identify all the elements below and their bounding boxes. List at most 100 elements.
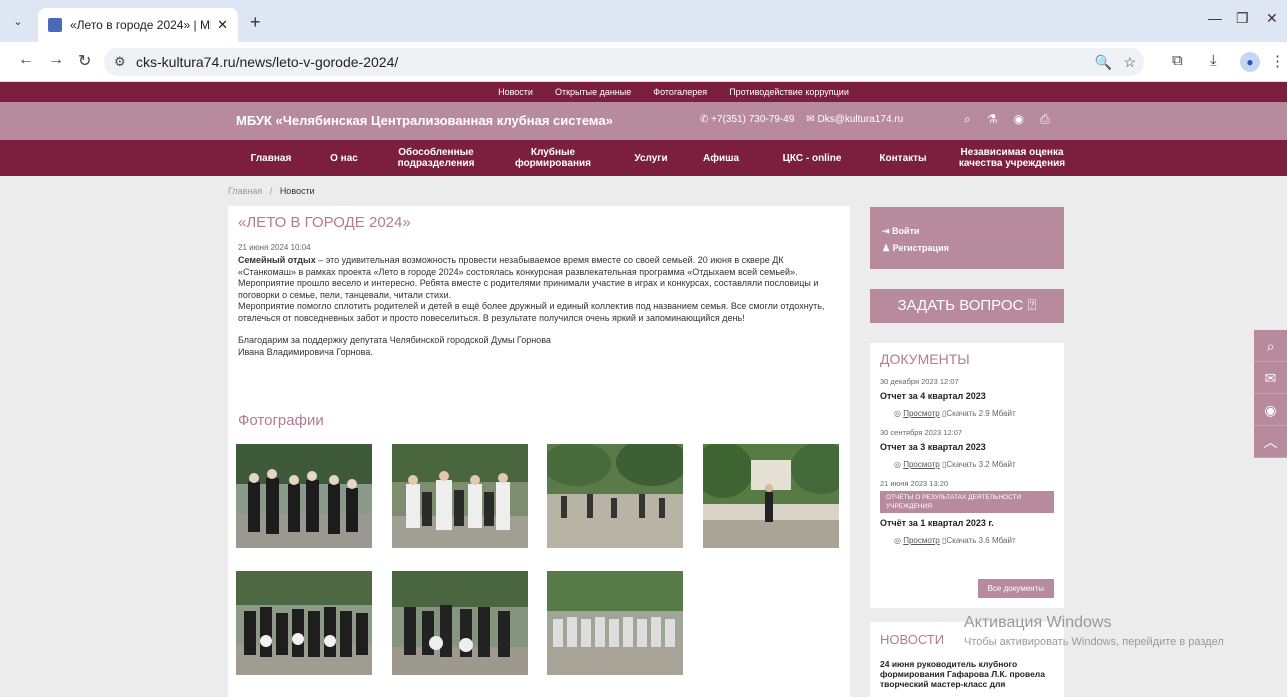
photo-thumbnail[interactable]: [392, 444, 528, 548]
download-link[interactable]: Скачать 3.6 Мбайт: [946, 536, 1015, 545]
new-tab-icon[interactable]: +: [250, 12, 261, 33]
org-name[interactable]: МБУК «Челябинская Централизованная клубн…: [236, 113, 613, 128]
breadcrumb: Главная / Новости: [228, 186, 315, 196]
document-name[interactable]: Отчёт за 1 квартал 2023 г.: [880, 518, 1054, 528]
documents-title: ДОКУМЕНТЫ: [880, 351, 970, 367]
article-paragraph-4: Ивана Владимировича Горнова.: [238, 346, 373, 357]
site-header: МБУК «Челябинская Централизованная клубн…: [0, 102, 1287, 140]
nav-about[interactable]: О нас: [318, 140, 370, 176]
float-mail-icon[interactable]: ✉: [1254, 362, 1287, 394]
email-text: Dks@kultura174.ru: [817, 114, 904, 125]
download-icon[interactable]: ⤓: [1210, 52, 1217, 69]
ask-question-button[interactable]: ЗАДАТЬ ВОПРОС ⍰: [870, 289, 1064, 323]
site-info-icon[interactable]: ⚙: [114, 48, 126, 76]
register-label: Регистрация: [892, 243, 949, 253]
email-link[interactable]: ✉ Dks@kultura174.ru: [806, 114, 903, 125]
all-documents-button[interactable]: Все документы: [977, 579, 1054, 598]
news-item[interactable]: 24 июня руководитель клубного формирован…: [880, 659, 1054, 689]
url-text: cks-kultura74.ru/news/leto-v-gorode-2024…: [136, 54, 399, 70]
document-item: 21 июня 2023 13:20 ОТЧЁТЫ О РЕЗУЛЬТАТАХ …: [880, 479, 1054, 545]
top-link-gallery[interactable]: Фотогалерея: [653, 82, 707, 102]
scroll-up-icon[interactable]: ︿: [1254, 426, 1287, 458]
accessibility-eye-icon[interactable]: ◉: [1014, 112, 1024, 127]
article-paragraph-3: Благодарим за поддержку депутата Челябин…: [238, 335, 551, 345]
float-search-icon[interactable]: ⌕: [1254, 330, 1287, 362]
view-link[interactable]: Просмотр: [903, 536, 940, 545]
phone-icon: ✆: [700, 114, 712, 125]
reload-icon[interactable]: ↻: [78, 51, 91, 71]
article: «ЛЕТО В ГОРОДЕ 2024» 21 июня 2024 10:04 …: [228, 206, 850, 697]
breadcrumb-separator: /: [269, 186, 273, 196]
tab-search-chevron-icon[interactable]: ⌄: [8, 12, 28, 32]
document-name[interactable]: Отчет за 4 квартал 2023: [880, 391, 1054, 401]
zoom-icon[interactable]: 🔍: [1095, 48, 1112, 76]
close-tab-icon[interactable]: ✕: [217, 17, 228, 33]
minimize-icon[interactable]: —: [1208, 10, 1222, 26]
login-link[interactable]: ⇥ Войти: [882, 223, 1052, 240]
print-icon[interactable]: ⎙: [1040, 112, 1050, 127]
nav-online[interactable]: ЦКС - online: [770, 140, 854, 176]
menu-kebab-icon[interactable]: ⋮: [1270, 52, 1285, 70]
article-paragraph-1: Семейный отдых – это удивительная возмож…: [238, 255, 840, 301]
search-icon[interactable]: ⌕: [964, 112, 971, 127]
documents-widget: ДОКУМЕНТЫ 30 декабря 2023 12:07 Отчет за…: [870, 343, 1064, 608]
nav-contacts[interactable]: Контакты: [870, 140, 936, 176]
chat-question-icon: ⍰: [1027, 297, 1037, 314]
top-link-anticorruption[interactable]: Противодействие коррупции: [729, 82, 849, 102]
nav-home[interactable]: Главная: [236, 140, 306, 176]
download-link[interactable]: Скачать 3.2 Мбайт: [946, 460, 1015, 469]
document-item: 30 декабря 2023 12:07 Отчет за 4 квартал…: [880, 377, 1054, 418]
top-nav: Новости Открытые данные Фотогалерея Прот…: [0, 82, 1287, 102]
document-category-tag[interactable]: ОТЧЁТЫ О РЕЗУЛЬТАТАХ ДЕЯТЕЛЬНОСТИ УЧРЕЖД…: [880, 491, 1054, 513]
float-eye-icon[interactable]: ◉: [1254, 394, 1287, 426]
breadcrumb-home[interactable]: Главная: [228, 186, 262, 196]
photo-thumbnail[interactable]: [236, 444, 372, 548]
view-link[interactable]: Просмотр: [903, 409, 940, 418]
eye-icon: ◎: [894, 536, 904, 545]
nav-subdivisions[interactable]: Обособленные подразделения: [388, 140, 484, 176]
article-title: «ЛЕТО В ГОРОДЕ 2024»: [238, 214, 411, 231]
restore-icon[interactable]: ❐: [1236, 10, 1249, 27]
browser-tab[interactable]: «Лето в городе 2024» | МБУК ✕: [38, 8, 238, 42]
eye-icon: ◎: [894, 409, 904, 418]
back-icon[interactable]: ←: [18, 51, 34, 69]
register-link[interactable]: ♟ Регистрация: [882, 240, 1052, 257]
photo-thumbnail[interactable]: [547, 571, 683, 675]
photo-thumbnail[interactable]: [236, 571, 372, 675]
extensions-icon[interactable]: ⧉: [1172, 52, 1183, 69]
document-name[interactable]: Отчет за 3 квартал 2023: [880, 442, 1054, 452]
document-date: 21 июня 2023 13:20: [880, 479, 949, 488]
web-page: Новости Открытые данные Фотогалерея Прот…: [0, 82, 1287, 697]
address-bar[interactable]: ⚙ cks-kultura74.ru/news/leto-v-gorode-20…: [104, 48, 1144, 76]
watermark-line-2: Чтобы активировать Windows, перейдите в …: [964, 636, 1224, 648]
document-links: ◎ Просмотр ▯Скачать 3.6 Мбайт: [880, 536, 1054, 545]
nav-services[interactable]: Услуги: [626, 140, 676, 176]
document-item: 30 сентября 2023 12:07 Отчет за 3 кварта…: [880, 428, 1054, 469]
sitemap-icon[interactable]: ⚗: [987, 112, 998, 127]
bookmark-star-icon[interactable]: ☆: [1123, 48, 1136, 76]
view-link[interactable]: Просмотр: [903, 460, 940, 469]
top-link-open-data[interactable]: Открытые данные: [555, 82, 631, 102]
photo-thumbnail[interactable]: [703, 444, 839, 548]
top-link-news[interactable]: Новости: [498, 82, 533, 102]
article-body: Семейный отдых – это удивительная возмож…: [238, 255, 840, 358]
photo-thumbnail[interactable]: [547, 444, 683, 548]
browser-toolbar: ← → ↻ ⚙ cks-kultura74.ru/news/leto-v-gor…: [0, 42, 1287, 82]
lead-bold: Семейный отдых: [238, 255, 316, 265]
download-link[interactable]: Скачать 2.9 Мбайт: [946, 409, 1015, 418]
login-icon: ⇥: [882, 226, 893, 236]
nav-quality-assessment[interactable]: Независимая оценка качества учреждения: [950, 140, 1074, 176]
nav-afisha[interactable]: Афиша: [696, 140, 746, 176]
forward-icon[interactable]: →: [48, 51, 64, 69]
eye-icon: ◎: [894, 460, 904, 469]
tab-title: «Лето в городе 2024» | МБУК: [70, 18, 211, 32]
auth-box: ⇥ Войти ♟ Регистрация: [870, 207, 1064, 269]
phone-link[interactable]: ✆ +7(351) 730-79-49: [700, 114, 794, 125]
nav-club-formations[interactable]: Клубные формирования: [510, 140, 596, 176]
profile-avatar-icon[interactable]: ●: [1240, 52, 1260, 72]
p1-text: – это удивительная возможность провести …: [238, 255, 819, 300]
close-window-icon[interactable]: ✕: [1266, 10, 1278, 27]
login-label: Войти: [892, 226, 920, 236]
photo-thumbnail[interactable]: [392, 571, 528, 675]
document-links: ◎ Просмотр ▯Скачать 3.2 Мбайт: [880, 460, 1054, 469]
